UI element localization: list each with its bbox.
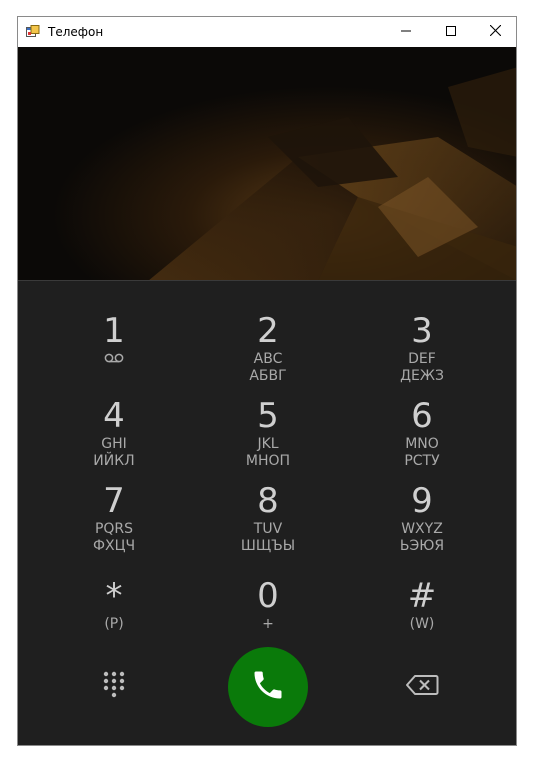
call-button[interactable] <box>228 647 308 727</box>
key-digit: 0 <box>257 576 279 616</box>
title-bar[interactable]: Телефон <box>18 17 516 47</box>
close-icon <box>489 23 502 41</box>
key-letters-latin: DEF <box>408 351 436 367</box>
minimize-icon <box>400 23 411 41</box>
maximize-icon <box>445 23 456 41</box>
key-letters-cyrillic: МНОП <box>245 453 291 469</box>
maximize-button[interactable] <box>428 17 473 47</box>
dialpad-icon <box>102 670 126 705</box>
dialpad-toggle-button[interactable] <box>94 667 134 707</box>
dial-keypad: 1 2 ABC АБВГ 3 DEF ДЕЖЗ 4 GHI ИЙКЛ 5 JKL… <box>18 281 516 745</box>
key-letters-cyrillic: ИЙКЛ <box>93 453 135 469</box>
key-letters-cyrillic: ЬЭЮЯ <box>399 538 445 554</box>
key-2[interactable]: 2 ABC АБВГ <box>203 311 333 393</box>
key-letters-latin: TUV <box>253 521 283 537</box>
key-1[interactable]: 1 <box>49 311 179 393</box>
key-plus-label: + <box>262 616 274 632</box>
key-pause-label: (P) <box>104 616 124 632</box>
key-hash[interactable]: # (W) <box>357 576 487 658</box>
key-digit: 6 <box>411 396 433 436</box>
window-title: Телефон <box>48 25 104 39</box>
key-4[interactable]: 4 GHI ИЙКЛ <box>49 396 179 478</box>
key-letters-latin: JKL <box>257 436 279 452</box>
phone-app-window: Телефон 1 2 ABC АБВГ 3 DEF ДЕЖЗ 4 GHI ИЙ… <box>17 16 517 746</box>
key-star[interactable]: * (P) <box>49 576 179 658</box>
key-digit: 4 <box>103 396 125 436</box>
key-letters-latin: WXYZ <box>401 521 443 537</box>
key-7[interactable]: 7 PQRS ФХЦЧ <box>49 481 179 563</box>
voicemail-icon <box>49 351 179 368</box>
key-letters-cyrillic: ФХЦЧ <box>92 538 136 554</box>
key-wait-label: (W) <box>409 616 435 632</box>
key-letters-cyrillic: ШЩЪЫ <box>240 538 296 554</box>
minimize-button[interactable] <box>383 17 428 47</box>
key-letters-latin: PQRS <box>94 521 134 537</box>
key-letters-latin: GHI <box>101 436 127 452</box>
background-banner-image <box>18 47 516 281</box>
key-letters-latin: MNO <box>405 436 439 452</box>
key-letters-cyrillic: ДЕЖЗ <box>400 368 444 384</box>
key-letters-latin: ABC <box>253 351 283 367</box>
key-6[interactable]: 6 MNO РСТУ <box>357 396 487 478</box>
key-digit: 3 <box>411 311 433 351</box>
key-9[interactable]: 9 WXYZ ЬЭЮЯ <box>357 481 487 563</box>
key-digit: 8 <box>257 481 279 521</box>
key-digit: 7 <box>103 481 125 521</box>
key-digit: 5 <box>257 396 279 436</box>
key-3[interactable]: 3 DEF ДЕЖЗ <box>357 311 487 393</box>
key-digit: 2 <box>257 311 279 351</box>
key-digit: # <box>407 576 437 616</box>
key-8[interactable]: 8 TUV ШЩЪЫ <box>203 481 333 563</box>
key-digit: * <box>105 576 123 616</box>
app-window-icon <box>26 25 40 39</box>
backspace-button[interactable] <box>402 671 442 703</box>
key-letters-cyrillic: РСТУ <box>404 453 440 469</box>
phone-call-icon <box>250 667 286 708</box>
key-digit: 9 <box>411 481 433 521</box>
close-button[interactable] <box>473 17 516 47</box>
key-digit: 1 <box>103 311 125 351</box>
key-5[interactable]: 5 JKL МНОП <box>203 396 333 478</box>
backspace-icon <box>405 674 439 701</box>
key-0[interactable]: 0 + <box>203 576 333 658</box>
key-letters-cyrillic: АБВГ <box>249 368 287 384</box>
